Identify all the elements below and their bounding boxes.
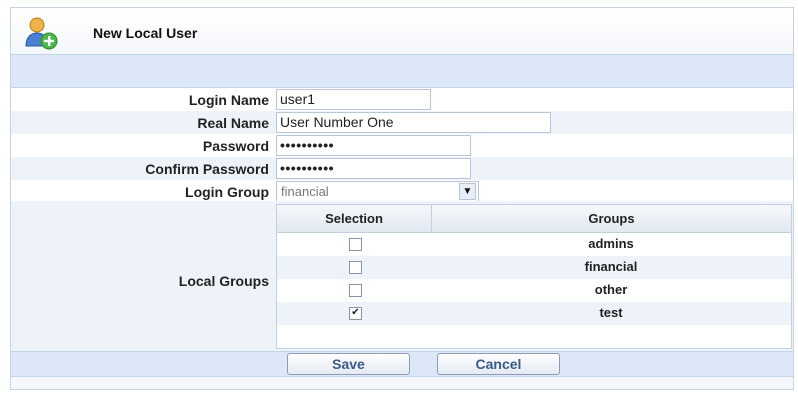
- real-name-row: Real Name User Number One: [11, 111, 793, 134]
- group-name: test: [599, 305, 623, 320]
- login-group-value: financial: [281, 184, 329, 199]
- group-checkbox-financial[interactable]: [349, 261, 362, 274]
- login-group-row: Login Group financial ▼: [11, 180, 793, 203]
- login-group-select[interactable]: financial ▼: [276, 181, 479, 202]
- selection-column-header[interactable]: Selection: [277, 205, 432, 233]
- chevron-down-icon[interactable]: ▼: [459, 183, 476, 200]
- confirm-password-label: Confirm Password: [145, 161, 269, 177]
- login-name-row: Login Name user1: [11, 88, 793, 111]
- bottom-strip: [11, 377, 793, 389]
- password-label: Password: [202, 138, 269, 154]
- cancel-button[interactable]: Cancel: [437, 353, 560, 375]
- groups-table: Selection Groups admins financial other …: [276, 204, 792, 349]
- group-name: other: [594, 282, 628, 297]
- new-local-user-dialog: New Local User Login Name user1 Real Nam…: [10, 7, 794, 390]
- login-name-input[interactable]: user1: [276, 89, 431, 110]
- table-row: ✔ test: [277, 302, 791, 325]
- groups-column-header[interactable]: Groups: [432, 205, 791, 233]
- header-band: [11, 54, 793, 88]
- login-group-label: Login Group: [185, 184, 269, 200]
- real-name-input[interactable]: User Number One: [276, 112, 551, 133]
- dialog-title: New Local User: [93, 25, 198, 41]
- real-name-label: Real Name: [197, 115, 269, 131]
- password-row: Password ••••••••••: [11, 134, 793, 157]
- local-groups-label: Local Groups: [178, 273, 269, 289]
- password-input[interactable]: ••••••••••: [276, 135, 471, 156]
- table-row: admins: [277, 233, 791, 256]
- button-bar: Save Cancel: [11, 351, 793, 377]
- table-row: other: [277, 279, 791, 302]
- confirm-password-row: Confirm Password ••••••••••: [11, 157, 793, 180]
- user-add-icon: [25, 17, 58, 50]
- group-name: admins: [588, 236, 634, 251]
- table-row: financial: [277, 256, 791, 279]
- confirm-password-input[interactable]: ••••••••••: [276, 158, 471, 179]
- group-checkbox-admins[interactable]: [349, 238, 362, 251]
- group-name: financial: [584, 259, 638, 274]
- login-name-label: Login Name: [188, 92, 269, 108]
- group-checkbox-test[interactable]: ✔: [349, 307, 362, 320]
- dialog-header: New Local User: [11, 8, 793, 54]
- group-checkbox-other[interactable]: [349, 284, 362, 297]
- save-button[interactable]: Save: [287, 353, 410, 375]
